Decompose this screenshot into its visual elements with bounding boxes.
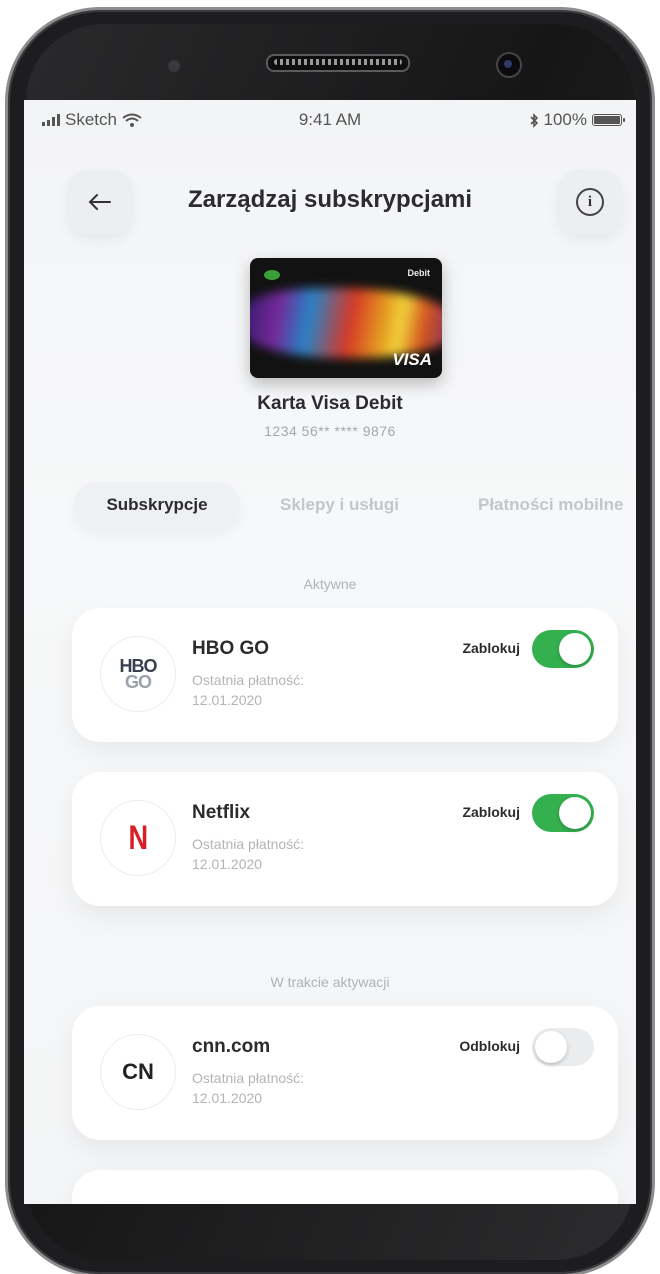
phone-frame: Sketch 9:41 AM 100% Zarządzaj subskrypcj… (8, 10, 652, 1274)
unblock-toggle[interactable] (532, 1028, 594, 1066)
battery-icon (592, 114, 625, 126)
card-name: Karta Visa Debit (257, 393, 403, 414)
bank-logo-icon (264, 270, 280, 280)
subscription-item-netflix[interactable]: N Netflix Ostatnia płatność: 12.01.2020 … (72, 772, 618, 906)
hbo-logo-icon: HBO GO (100, 636, 176, 712)
tab-subscriptions[interactable]: Subskrypcje (74, 482, 240, 528)
battery-percent: 100% (543, 110, 587, 129)
last-payment: Ostatnia płatność: 12.01.2020 (192, 672, 305, 708)
screen: Sketch 9:41 AM 100% Zarządzaj subskrypcj… (24, 100, 636, 1204)
sensor-dot (168, 60, 180, 72)
card-type-label: Debit (407, 268, 431, 278)
subscription-name: cnn.com (192, 1036, 271, 1057)
info-icon: i (576, 188, 604, 216)
block-toggle[interactable] (532, 794, 594, 832)
tab-shops-services[interactable]: Sklepy i usługi (280, 482, 399, 528)
bluetooth-icon (529, 112, 538, 128)
card-image: Debit VISA (250, 258, 442, 378)
info-button[interactable]: i (558, 170, 622, 234)
subscription-name: Netflix (192, 802, 251, 823)
visa-logo: VISA (392, 350, 432, 369)
block-toggle[interactable] (532, 630, 594, 668)
page-title: Zarządzaj subskrypcjami (187, 186, 473, 213)
netflix-logo-icon: N (100, 800, 176, 876)
subscription-item-cnn[interactable]: CN cnn.com Ostatnia płatność: 12.01.2020… (72, 1006, 618, 1140)
toggle-label: Zablokuj (462, 804, 520, 820)
header: Zarządzaj subskrypcjami i (24, 170, 636, 240)
last-payment: Ostatnia płatność: 12.01.2020 (192, 1070, 305, 1106)
arrow-left-icon (88, 194, 111, 210)
front-camera (496, 52, 522, 78)
section-active-label: Aktywne (303, 576, 357, 592)
speaker-grille (266, 54, 410, 72)
status-bar: Sketch 9:41 AM 100% (24, 100, 636, 140)
tab-bar: Subskrypcje Sklepy i usługi Płatności mo… (74, 482, 636, 532)
section-pending-label: W trakcie aktywacji (270, 974, 390, 990)
toggle-label: Odblokuj (459, 1038, 520, 1054)
subscription-item-hbo[interactable]: HBO GO HBO GO Ostatnia płatność: 12.01.20… (72, 608, 618, 742)
back-button[interactable] (68, 170, 132, 234)
toggle-label: Zablokuj (462, 640, 520, 656)
card-number: 1234 56** **** 9876 (264, 423, 396, 439)
tab-mobile-payments[interactable]: Płatności mobilne (478, 482, 623, 528)
last-payment: Ostatnia płatność: 12.01.2020 (192, 836, 305, 872)
subscription-name: HBO GO (192, 638, 270, 659)
subscription-item-partial[interactable] (72, 1170, 618, 1204)
cnn-logo-icon: CN (100, 1034, 176, 1110)
